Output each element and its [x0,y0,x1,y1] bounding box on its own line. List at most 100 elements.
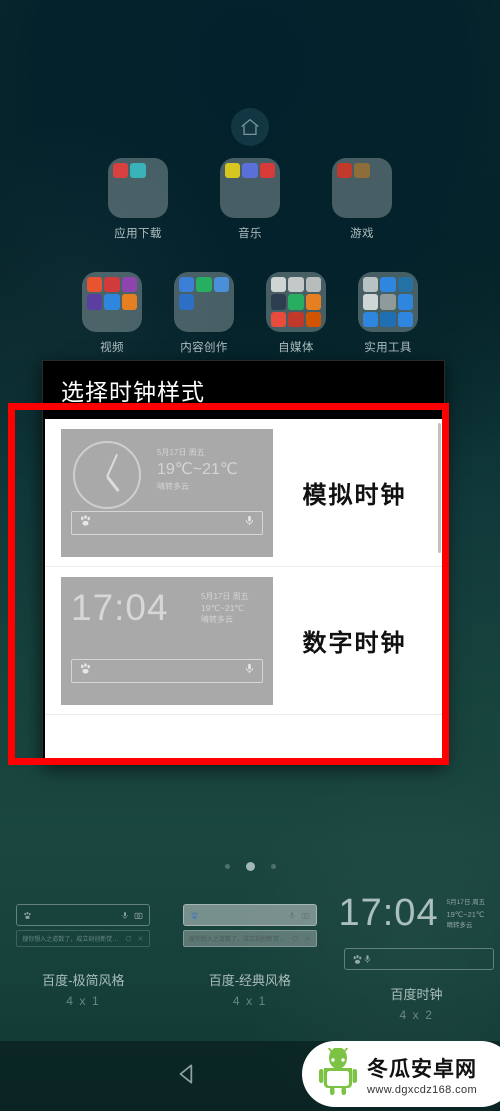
widget-size: 4 x 1 [232,994,267,1008]
folder-tile [332,158,392,218]
refresh-icon [292,935,299,942]
folder-row-1: 应用下载 音乐 游戏 [0,158,500,241]
page-dot[interactable] [224,864,230,869]
preview-weather: 晴转多云 [157,482,189,492]
folder-utilities[interactable]: 实用工具 [355,272,421,355]
clock-style-option-analog[interactable]: 5月17日 周五 19℃~21℃ 晴转多云 模拟时钟 [45,419,442,567]
preview-temperature: 19℃~21℃ [201,603,244,614]
suggestion-text: 搜你想入之道数了，成立刻创新觉的... [22,937,121,943]
folder-video[interactable]: 视频 [79,272,145,355]
clock-date: 5月17日 周五 [446,899,486,906]
home-indicator-icon [231,108,269,146]
widget-label: 百度-经典风格 [208,973,292,988]
search-bar-preview [182,904,317,926]
preview-date: 5月17日 周五 [201,591,249,601]
clock-temperature: 19℃~21℃ [446,909,485,919]
microphone-icon [244,514,255,532]
folder-tile [358,272,418,332]
folder-label: 自媒体 [278,342,314,354]
digital-clock-preview: 17:04 5月17日 周五 19℃~21℃ 晴转多云 [61,576,273,705]
search-suggestion-preview: 搜你想入之道数了，成立刻创新觉的... [16,930,151,947]
widget-label: 百度时钟 [390,987,443,1002]
microphone-icon [244,662,255,680]
dialog-title: 选择时钟样式 [61,379,205,405]
folder-row-2: 视频 内容创作 自媒体 实用工具 [0,272,500,355]
watermark-text: 冬瓜安卓网 www.dgxcdz168.com [367,1053,477,1096]
page-dot-active[interactable] [245,862,255,871]
clock-style-dialog: 选择时钟样式 5月17日 周五 19℃~21℃ 晴转多云 模拟时钟 17:04 … [42,360,445,762]
dialog-scrollbar[interactable] [438,423,441,553]
microphone-icon [121,911,129,920]
analog-clock-preview: 5月17日 周五 19℃~21℃ 晴转多云 [61,428,273,557]
site-watermark: 冬瓜安卓网 www.dgxcdz168.com [302,1041,500,1107]
refresh-icon [125,935,132,942]
folder-label: 游戏 [350,228,374,240]
clock-face [73,440,141,509]
widget-label: 百度-极简风格 [42,973,125,988]
clock-style-name: 模拟时钟 [302,482,407,509]
folder-tile [108,158,168,218]
preview-search-bar [71,658,263,683]
folder-label: 实用工具 [364,342,412,354]
widget-size: 4 x 1 [66,994,101,1008]
preview-weather: 晴转多云 [201,615,233,625]
widget-item-baidu-minimal[interactable]: 搜你想入之道数了，成立刻创新觉的... 百度-极简风格 4 x 1 [0,890,167,1040]
widget-preview: 搜你想入之道数了，成立刻创新觉的... [8,890,158,960]
camera-icon [301,911,310,920]
widget-item-baidu-classic[interactable]: 搜你想入之道数了，成立刻创新觉的... 百度-经典风格 4 x 1 [167,890,334,1040]
preview-weather-info: 5月17日 周五 19℃~21℃ 晴转多云 [201,591,249,627]
microphone-icon [363,954,372,964]
folder-self-media[interactable]: 自媒体 [263,272,329,355]
baidu-paw-icon [352,954,363,965]
close-icon [137,935,144,942]
page-indicator [0,862,500,871]
clock-style-option-digital[interactable]: 17:04 5月17日 周五 19℃~21℃ 晴转多云 数字时钟 [45,567,442,715]
clock-meta: 5月17日 周五 19℃~21℃ 晴转多云 [446,898,485,932]
clock-style-name: 数字时钟 [302,630,407,657]
baidu-paw-icon [79,514,92,532]
clock-time: 17:04 [338,892,439,934]
search-bar-preview [16,904,151,926]
search-bar-preview [344,948,495,970]
widget-carousel: 搜你想入之道数了，成立刻创新觉的... 百度-极简风格 4 x 1 搜你想入之道… [0,890,500,1040]
close-icon [304,935,311,942]
preview-time: 17:04 [71,586,169,628]
folder-games[interactable]: 游戏 [329,158,395,241]
widget-preview: 17:04 5月17日 周五 19℃~21℃ 晴转多云 [338,890,495,974]
clock-weather: 晴转多云 [446,922,473,930]
folder-app-download[interactable]: 应用下载 [105,158,171,241]
folder-tile [174,272,234,332]
folder-music[interactable]: 音乐 [217,158,283,241]
back-triangle-icon[interactable] [174,1061,200,1092]
folder-label: 内容创作 [180,342,228,354]
microphone-icon [288,911,296,920]
folder-label: 视频 [100,342,124,354]
folder-content-creation[interactable]: 内容创作 [171,272,237,355]
widget-item-baidu-clock[interactable]: 17:04 5月17日 周五 19℃~21℃ 晴转多云 百度时钟 4 x 2 [333,890,500,1040]
widget-size: 4 x 2 [399,1008,434,1022]
clock-style-list: 5月17日 周五 19℃~21℃ 晴转多云 模拟时钟 17:04 5月17日 周… [45,419,442,759]
watermark-url: www.dgxcdz168.com [367,1083,478,1096]
suggestion-text: 搜你想入之道数了，成立刻创新觉的... [188,937,287,943]
phone-screen: 应用下载 音乐 游戏 视频 内容创作 自媒体 实用工具 搜你想入之道数了，成立刻… [0,0,500,1111]
baidu-paw-icon [23,911,32,920]
search-suggestion-preview: 搜你想入之道数了，成立刻创新觉的... [182,930,317,947]
folder-label: 音乐 [238,228,262,240]
preview-date: 5月17日 周五 [157,447,205,457]
watermark-title: 冬瓜安卓网 [367,1057,477,1081]
preview-temperature: 19℃~21℃ [157,461,238,479]
baidu-paw-icon [190,911,199,920]
camera-icon [134,911,143,920]
folder-label: 应用下载 [114,228,162,240]
folder-tile [82,272,142,332]
clock-hour-hand [105,475,120,492]
clock-minute-hand [106,453,119,477]
preview-search-bar [71,510,263,535]
android-robot-icon [316,1046,360,1101]
page-dot[interactable] [270,864,276,869]
baidu-paw-icon [79,662,92,680]
preview-weather-info: 5月17日 周五 19℃~21℃ 晴转多云 [157,447,238,493]
folder-tile [266,272,326,332]
widget-preview: 搜你想入之道数了，成立刻创新觉的... [175,890,325,960]
folder-tile [220,158,280,218]
